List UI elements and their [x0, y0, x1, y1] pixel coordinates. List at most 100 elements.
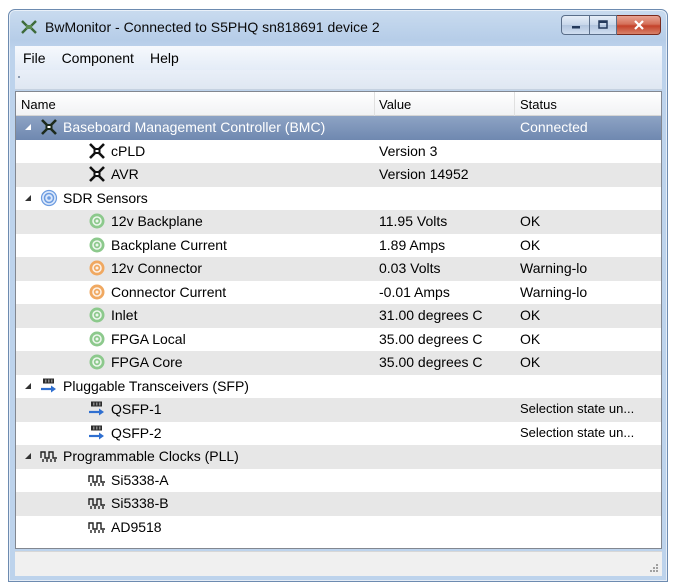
- row-name: Programmable Clocks (PLL): [63, 448, 239, 464]
- tree-group-row[interactable]: Pluggable Transceivers (SFP): [16, 375, 661, 399]
- column-header: Name Value Status: [16, 92, 661, 116]
- tree-item-row[interactable]: FPGA Core 35.00 degrees C OK: [16, 351, 661, 375]
- maximize-button[interactable]: [589, 15, 617, 35]
- status-bar: [15, 551, 662, 576]
- sensor-warning-icon: [88, 259, 106, 277]
- sensor-ok-icon: [88, 353, 106, 371]
- row-name: Si5338-B: [111, 495, 169, 511]
- menu-file[interactable]: File: [15, 50, 54, 66]
- collapse-arrow-icon[interactable]: [25, 124, 31, 130]
- component-tree[interactable]: Name Value Status Baseboard Management C…: [15, 91, 662, 549]
- tree-item-row[interactable]: Backplane Current 1.89 Amps OK: [16, 234, 661, 258]
- window-title: BwMonitor - Connected to S5PHQ sn818691 …: [45, 19, 380, 35]
- row-name: Pluggable Transceivers (SFP): [63, 377, 249, 394]
- row-value: 0.03 Volts: [379, 260, 441, 276]
- row-name: Si5338-A: [111, 471, 169, 488]
- tree-item-row[interactable]: Si5338-A: [16, 469, 661, 493]
- tree-item-row[interactable]: Si5338-B: [16, 492, 661, 516]
- tree-group-row[interactable]: Programmable Clocks (PLL): [16, 445, 661, 469]
- tree-item-row[interactable]: AD9518: [16, 516, 661, 540]
- sensor-ok-icon: [88, 236, 106, 254]
- sensor-ok-icon: [88, 212, 106, 230]
- row-value: 1.89 Amps: [379, 236, 446, 253]
- collapse-arrow-icon[interactable]: [25, 194, 31, 201]
- minimize-button[interactable]: [561, 15, 589, 35]
- title-bar[interactable]: BwMonitor - Connected to S5PHQ sn818691 …: [9, 10, 667, 44]
- row-name: QSFP-1: [111, 401, 162, 417]
- row-status: OK: [520, 307, 541, 323]
- row-status: Selection state un...: [520, 401, 635, 416]
- clock-icon: [88, 471, 106, 489]
- row-name: Baseboard Management Controller (BMC): [63, 119, 326, 135]
- row-value: -0.01 Amps: [379, 283, 450, 300]
- row-name: cPLD: [111, 142, 146, 159]
- resize-grip-icon[interactable]: [649, 563, 659, 573]
- row-value: 11.95 Volts: [379, 213, 448, 229]
- row-status: Warning-lo: [520, 283, 588, 300]
- column-header-value[interactable]: Value: [379, 97, 411, 112]
- menu-bar: File Component Help: [15, 46, 662, 70]
- row-name: QSFP-2: [111, 424, 162, 441]
- tree-group-row[interactable]: SDR Sensors: [16, 187, 661, 211]
- tree-item-row[interactable]: QSFP-1 Selection state un...: [16, 398, 661, 422]
- transceiver-icon: [40, 377, 58, 395]
- tree-item-row[interactable]: Inlet 31.00 degrees C OK: [16, 304, 661, 328]
- toolbar-strip: [15, 70, 662, 90]
- clock-icon: [40, 447, 58, 465]
- column-divider[interactable]: [374, 92, 375, 116]
- close-icon: [633, 20, 644, 30]
- tree-group-row[interactable]: Baseboard Management Controller (BMC) Con…: [16, 116, 661, 140]
- row-name: AD9518: [111, 518, 162, 535]
- clock-icon: [88, 518, 106, 536]
- collapse-arrow-icon[interactable]: [25, 453, 31, 459]
- app-icon: [21, 20, 37, 34]
- row-status: Connected: [520, 119, 588, 135]
- row-name: FPGA Core: [111, 354, 183, 370]
- sensor-warning-icon: [88, 283, 106, 301]
- tree-item-row[interactable]: FPGA Local 35.00 degrees C OK: [16, 328, 661, 352]
- row-status: Selection state un...: [520, 424, 635, 440]
- tree-item-row[interactable]: cPLD Version 3: [16, 140, 661, 164]
- chip-icon: [88, 165, 106, 183]
- row-name: SDR Sensors: [63, 189, 148, 206]
- row-value: Version 14952: [379, 166, 469, 182]
- row-name: 12v Connector: [111, 260, 203, 276]
- row-value: Version 3: [379, 142, 438, 159]
- minimize-icon: [571, 26, 580, 29]
- tree-item-row[interactable]: 12v Connector 0.03 Volts Warning-lo: [16, 257, 661, 281]
- column-header-status[interactable]: Status: [520, 97, 557, 112]
- sensor-ok-icon: [88, 330, 106, 348]
- app-window: BwMonitor - Connected to S5PHQ sn818691 …: [8, 9, 668, 582]
- sensor-group-icon: [40, 189, 58, 207]
- row-name: 12v Backplane: [111, 213, 203, 229]
- collapse-arrow-icon[interactable]: [25, 382, 31, 389]
- bmc-chip-icon: [40, 118, 58, 136]
- tree-item-row[interactable]: AVR Version 14952: [16, 163, 661, 187]
- row-value: 35.00 degrees C: [379, 330, 483, 347]
- tree-item-row[interactable]: 12v Backplane 11.95 Volts OK: [16, 210, 661, 234]
- row-status: OK: [520, 330, 541, 347]
- chip-icon: [88, 142, 106, 160]
- tree-item-row[interactable]: Connector Current -0.01 Amps Warning-lo: [16, 281, 661, 305]
- row-name: Connector Current: [111, 283, 227, 300]
- row-name: Inlet: [111, 307, 138, 323]
- tree-item-row[interactable]: QSFP-2 Selection state un...: [16, 422, 661, 446]
- close-button[interactable]: [617, 15, 661, 35]
- sensor-ok-icon: [88, 306, 106, 324]
- transceiver-icon: [88, 400, 106, 418]
- column-header-name[interactable]: Name: [21, 97, 56, 112]
- row-name: Backplane Current: [111, 236, 227, 253]
- row-status: OK: [520, 236, 541, 253]
- row-status: Warning-lo: [520, 260, 588, 276]
- row-value: 35.00 degrees C: [379, 354, 483, 370]
- menu-help[interactable]: Help: [142, 50, 187, 66]
- toolbar-grip[interactable]: [18, 76, 20, 78]
- menu-component[interactable]: Component: [54, 50, 142, 66]
- row-status: OK: [520, 213, 541, 229]
- transceiver-icon: [88, 424, 106, 442]
- row-name: FPGA Local: [111, 330, 186, 347]
- maximize-icon: [598, 20, 608, 29]
- clock-icon: [88, 494, 106, 512]
- row-value: 31.00 degrees C: [379, 307, 483, 323]
- column-divider[interactable]: [514, 92, 515, 116]
